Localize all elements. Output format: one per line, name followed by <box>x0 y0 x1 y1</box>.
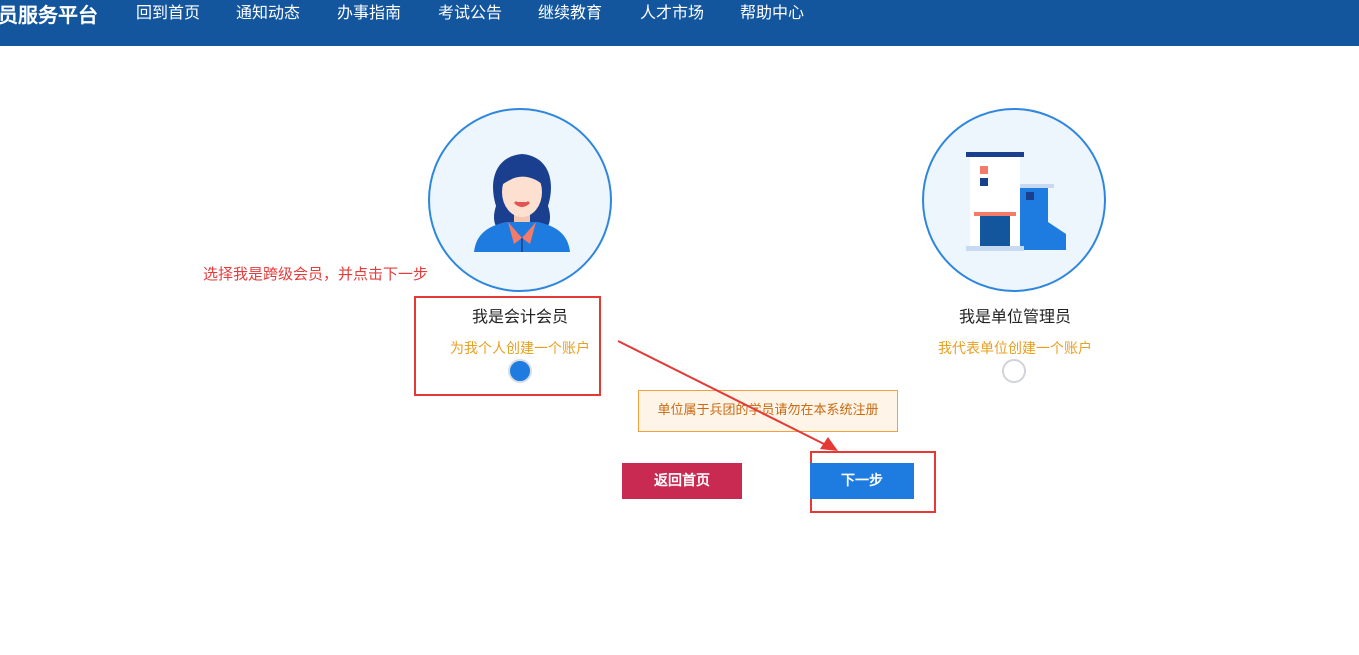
unit-role-subtitle: 我代表单位创建一个账户 <box>938 341 1092 357</box>
annotation-arrow <box>617 340 838 451</box>
nav-home[interactable]: 回到首页 <box>136 2 200 24</box>
nav-guide[interactable]: 办事指南 <box>337 2 401 24</box>
unit-role-card[interactable] <box>922 108 1106 292</box>
nav-continuing-education[interactable]: 继续教育 <box>538 2 602 24</box>
site-title: 员服务平台 <box>0 3 98 27</box>
nav-talent-market[interactable]: 人才市场 <box>640 2 704 24</box>
nav-notices[interactable]: 通知动态 <box>236 2 300 24</box>
member-highlight-box <box>414 296 601 396</box>
back-home-button[interactable]: 返回首页 <box>622 463 742 499</box>
woman-avatar-icon <box>474 154 570 252</box>
nav-exam-announcements[interactable]: 考试公告 <box>438 2 502 24</box>
building-icon <box>966 152 1066 251</box>
notice-banner: 单位属于兵团的学员请勿在本系统注册 <box>638 390 898 432</box>
nav-help-center[interactable]: 帮助中心 <box>740 2 804 24</box>
instruction-annotation: 选择我是跨级会员，并点击下一步 <box>203 265 429 283</box>
next-step-button[interactable]: 下一步 <box>810 463 914 499</box>
top-navigation-bar: 员服务平台 回到首页 通知动态 办事指南 考试公告 继续教育 人才市场 帮助中心 <box>0 0 1359 46</box>
member-role-card[interactable] <box>428 108 612 292</box>
unit-role-radio[interactable] <box>1002 359 1026 383</box>
unit-role-title: 我是单位管理员 <box>958 307 1071 326</box>
